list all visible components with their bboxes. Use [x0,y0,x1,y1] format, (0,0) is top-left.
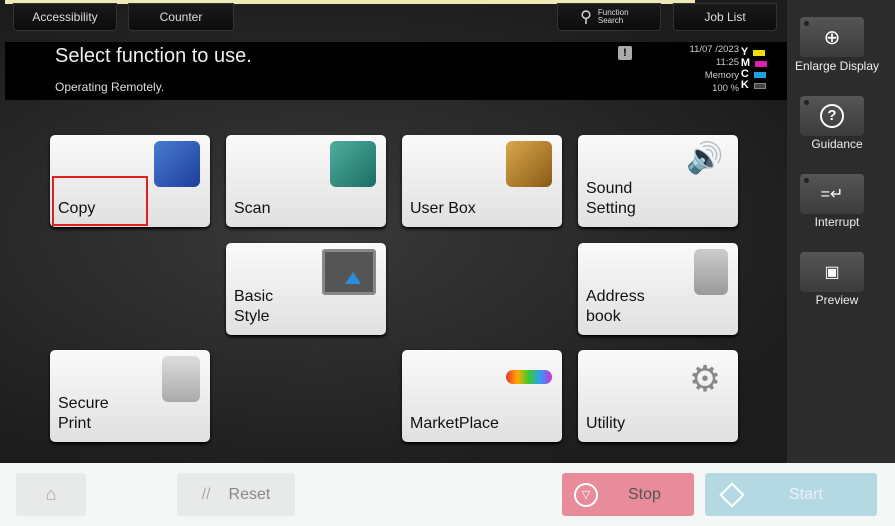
start-button[interactable]: Start [705,473,877,516]
tile-basic-style[interactable]: Basic Style [226,243,386,335]
right-sidebar: ⊕ Enlarge Display ? Guidance =↵ Interrup… [787,0,895,463]
basic-style-icon [322,249,376,295]
tile-marketplace[interactable]: MarketPlace [402,350,562,442]
status-info: 11/07 /2023 11:25 Memory 100 % [690,43,739,95]
enlarge-display-button[interactable]: ⊕ [800,17,864,57]
start-icon [719,481,745,508]
interrupt-label: Interrupt [814,215,860,229]
accessibility-label: Accessibility [32,10,98,24]
counter-label: Counter [159,10,203,24]
interrupt-button[interactable]: =↵ [800,174,864,214]
memory-label: Memory [704,70,739,81]
tile-label: Secure Print [58,395,109,432]
preview-label: Preview [815,293,859,307]
tile-label: MarketPlace [410,415,499,432]
memory-value: 100 % [712,83,739,94]
preview-button[interactable]: ▣ [800,252,864,292]
toner-levels: Y M C K [741,47,767,91]
tile-address-book[interactable]: Address book [578,243,738,335]
message-bar: Select function to use. Operating Remote… [5,42,787,100]
toner-magenta [755,60,767,67]
toner-black [753,82,766,89]
function-search-label: Function Search [597,8,629,25]
start-label: Start [789,485,823,503]
tile-label: Address book [586,288,645,325]
preview-icon: ▣ [824,264,840,281]
secure-print-icon [162,356,200,402]
reset-button[interactable]: // Reset [177,473,295,516]
reset-label: Reset [228,485,271,503]
message-subtitle: Operating Remotely. [55,80,165,94]
stop-icon: ▽ [574,482,598,507]
job-list-label: Job List [704,10,746,24]
guidance-button[interactable]: ? [800,96,864,136]
marketplace-icon [506,370,552,384]
message-title: Select function to use. [55,45,252,67]
tile-scan[interactable]: Scan [226,135,386,227]
home-button[interactable]: ⌂ [16,473,86,516]
user-box-icon [506,141,552,187]
tile-label: Sound Setting [586,180,636,217]
tile-secure-print[interactable]: Secure Print [50,350,210,442]
guidance-label: Guidance [811,137,863,151]
home-icon: ⌂ [45,484,57,504]
zoom-in-icon: ⊕ [823,26,841,49]
highlight-box [52,176,148,226]
enlarge-display-label: Enlarge Display [794,59,880,73]
tile-label: Basic Style [234,288,274,325]
warning-icon[interactable]: ! [618,46,632,60]
tile-sound-setting[interactable]: 🔊 Sound Setting [578,135,738,227]
accessibility-button[interactable]: Accessibility [13,3,117,31]
speaker-icon: 🔊 [686,142,724,175]
function-search-button[interactable]: ⚲ Function Search [557,3,661,31]
tile-label: Utility [586,415,626,432]
toner-yellow [753,49,766,56]
stop-label: Stop [628,485,661,503]
job-list-button[interactable]: Job List [673,3,777,31]
scan-icon [330,141,376,187]
toner-cyan [753,71,766,78]
toner-letter: K [740,79,749,91]
time: 11:25 [715,57,739,68]
address-book-icon [694,249,728,295]
interrupt-icon: =↵ [820,186,844,203]
counter-button[interactable]: Counter [128,3,234,31]
tile-user-box[interactable]: User Box [402,135,562,227]
date: 11/07 /2023 [689,44,739,55]
tile-utility[interactable]: ⚙ Utility [578,350,738,442]
tile-label: User Box [410,200,476,217]
gear-icon: ⚙ [688,358,722,399]
tile-label: Scan [234,200,271,217]
bottom-bar: ⌂ // Reset ▽ Stop Start [0,463,895,526]
stop-button[interactable]: ▽ Stop [562,473,694,516]
copy-icon [154,141,200,187]
help-icon: ? [820,104,844,128]
reset-icon: // [201,485,211,503]
search-icon: ⚲ [580,9,592,26]
